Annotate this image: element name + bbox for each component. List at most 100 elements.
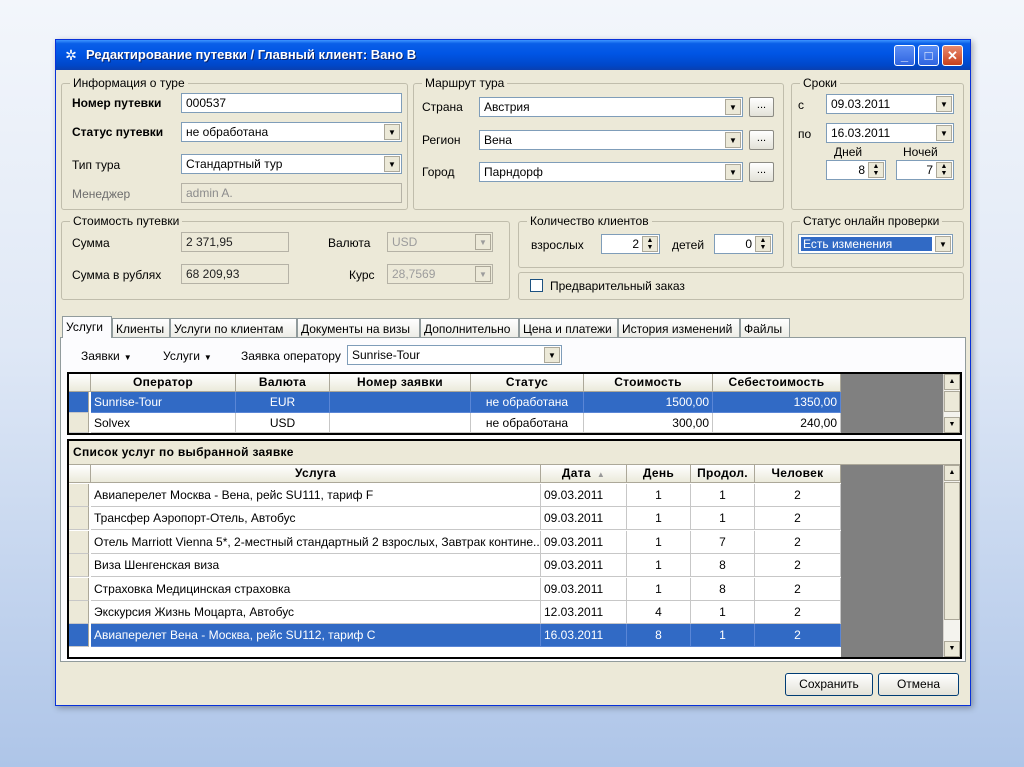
column-header[interactable]: Валюта [236, 374, 330, 392]
column-header[interactable]: Себестоимость [713, 374, 841, 392]
tab-strip: Услуги Клиенты Услуги по клиентам Докуме… [60, 316, 966, 338]
table-cell: USD [236, 413, 330, 433]
tour-type-label: Тип тура [72, 158, 121, 172]
stepper-arrows-icon[interactable]: ▲ ▼ [936, 162, 952, 178]
days-stepper[interactable]: 8 ▲ ▼ [826, 160, 886, 180]
adults-stepper[interactable]: 2 ▲ ▼ [601, 234, 660, 254]
tab-additional[interactable]: Дополнительно [420, 318, 519, 338]
grid-empty-area [841, 465, 945, 657]
row-indicator [69, 484, 89, 507]
country-select[interactable]: Австрия ▼ [479, 97, 743, 117]
scroll-thumb[interactable] [944, 391, 960, 412]
tour-type-select[interactable]: Стандартный тур ▼ [181, 154, 402, 174]
sum-label: Сумма [72, 236, 110, 250]
tab-files[interactable]: Файлы [740, 318, 790, 338]
row-indicator [69, 577, 89, 601]
tab-visa-documents[interactable]: Документы на визы [297, 318, 420, 338]
orders-scrollbar[interactable]: ▲ ▼ [943, 374, 960, 433]
column-header[interactable]: Оператор [91, 374, 236, 392]
chevron-down-icon[interactable]: ▼ [384, 124, 400, 140]
chevron-down-icon[interactable]: ▼ [936, 125, 952, 141]
services-grid: Список услуг по выбранной заявке Услуга … [67, 439, 962, 659]
online-status-legend: Статус онлайн проверки [800, 214, 943, 228]
chevron-down-icon[interactable]: ▼ [384, 156, 400, 172]
table-cell: 8 [627, 624, 691, 648]
column-header[interactable]: Статус [471, 374, 584, 392]
stepper-arrows-icon[interactable]: ▲ ▼ [642, 236, 658, 252]
chevron-down-icon[interactable]: ▼ [935, 236, 951, 252]
scroll-up-icon[interactable]: ▲ [944, 374, 960, 390]
column-header[interactable]: Продол. [691, 465, 755, 483]
services-scrollbar[interactable]: ▲ ▼ [943, 465, 960, 657]
column-header[interactable]: Стоимость [584, 374, 713, 392]
date-to-picker[interactable]: 16.03.2011 ▼ [826, 123, 954, 143]
scroll-up-icon[interactable]: ▲ [944, 465, 960, 481]
online-status-select[interactable]: Есть изменения ▼ [798, 234, 953, 254]
rub-sum-field: 68 209,93 [181, 264, 289, 284]
route-legend: Маршрут тура [422, 76, 508, 90]
region-select[interactable]: Вена ▼ [479, 130, 743, 150]
services-grid-title: Список услуг по выбранной заявке [69, 441, 960, 465]
chevron-down-icon[interactable]: ▼ [936, 96, 952, 112]
scroll-down-icon[interactable]: ▼ [944, 417, 960, 433]
scroll-down-icon[interactable]: ▼ [944, 641, 960, 657]
kids-stepper[interactable]: 0 ▲ ▼ [714, 234, 773, 254]
tour-status-select[interactable]: не обработана ▼ [181, 122, 402, 142]
cancel-button[interactable]: Отмена [878, 673, 959, 696]
chevron-down-icon: ▼ [123, 353, 132, 362]
sort-asc-icon: ▲ [596, 470, 606, 479]
currency-select: USD ▼ [387, 232, 493, 252]
chevron-down-icon[interactable]: ▼ [725, 132, 741, 148]
city-more-button[interactable]: ... [749, 162, 774, 182]
prelim-order-checkbox[interactable] [530, 279, 543, 292]
country-more-button[interactable]: ... [749, 97, 774, 117]
adults-label: взрослых [531, 238, 584, 252]
table-cell: 4 [627, 601, 691, 624]
table-cell: не обработана [471, 413, 584, 433]
services-menu[interactable]: Услуги ▼ [163, 349, 212, 363]
column-header[interactable]: Номер заявки [330, 374, 471, 392]
scroll-thumb[interactable] [944, 482, 960, 620]
chevron-down-icon[interactable]: ▼ [725, 99, 741, 115]
maximize-button[interactable]: □ [918, 45, 939, 66]
stepper-arrows-icon[interactable]: ▲ ▼ [755, 236, 771, 252]
orders-menu[interactable]: Заявки ▼ [81, 349, 132, 363]
chevron-down-icon[interactable]: ▼ [544, 347, 560, 363]
column-header[interactable]: Дата ▲ [541, 465, 627, 483]
table-cell: Страховка Медицинская страховка [91, 577, 541, 601]
tab-clients[interactable]: Клиенты [112, 318, 170, 338]
date-to-label: по [798, 127, 812, 141]
operator-order-select[interactable]: Sunrise-Tour ▼ [347, 345, 562, 365]
column-header[interactable]: Услуга [91, 465, 541, 483]
date-from-label: с [798, 98, 804, 112]
table-cell: 2 [755, 484, 841, 507]
row-indicator [69, 530, 89, 554]
save-button[interactable]: Сохранить [785, 673, 873, 696]
minimize-button[interactable]: _ [894, 45, 915, 66]
table-cell: 1500,00 [584, 392, 713, 413]
tab-price-payments[interactable]: Цена и платежи [519, 318, 618, 338]
services-tab-panel: Заявки ▼ Услуги ▼ Заявка оператору Sunrise… [60, 337, 966, 662]
city-select[interactable]: Парндорф ▼ [479, 162, 743, 182]
nights-stepper[interactable]: 7 ▲ ▼ [896, 160, 954, 180]
column-header[interactable]: День [627, 465, 691, 483]
table-cell: 09.03.2011 [541, 554, 627, 578]
tab-history[interactable]: История изменений [618, 318, 740, 338]
date-from-picker[interactable]: 09.03.2011 ▼ [826, 94, 954, 114]
app-icon: ✲ [65, 47, 77, 63]
region-more-button[interactable]: ... [749, 130, 774, 150]
title-bar[interactable]: ✲ Редактирование путевки / Главный клиен… [56, 40, 970, 70]
clients-count-group: Количество клиентов взрослых 2 ▲ ▼ детей 0… [518, 214, 784, 268]
table-cell: 1 [691, 507, 755, 531]
close-button[interactable]: ✕ [942, 45, 963, 66]
table-cell: 2 [755, 507, 841, 531]
column-header[interactable]: Человек [755, 465, 841, 483]
table-cell: 7 [691, 530, 755, 554]
main-window: ✲ Редактирование путевки / Главный клиен… [55, 39, 971, 706]
tour-number-field[interactable]: 000537 [181, 93, 402, 113]
table-cell: 09.03.2011 [541, 484, 627, 507]
tab-services[interactable]: Услуги [62, 316, 112, 338]
chevron-down-icon[interactable]: ▼ [725, 164, 741, 180]
stepper-arrows-icon[interactable]: ▲ ▼ [868, 162, 884, 178]
tab-services-by-client[interactable]: Услуги по клиентам [170, 318, 297, 338]
